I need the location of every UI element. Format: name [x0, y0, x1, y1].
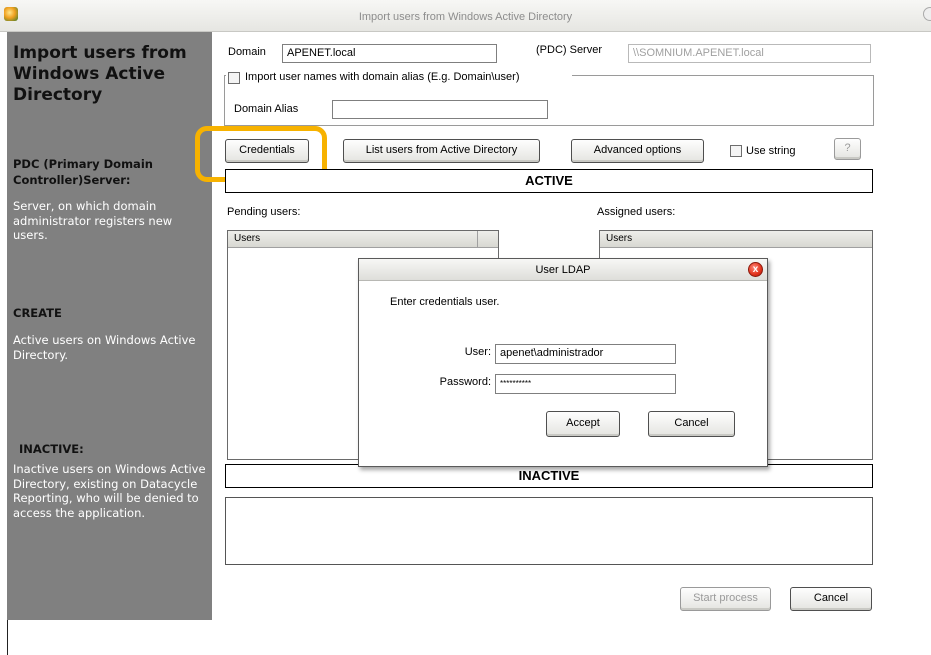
user-label: User:: [464, 346, 491, 358]
alias-checkbox-label: Import user names with domain alias (E.g…: [245, 71, 520, 83]
window-title: Import users from Windows Active Directo…: [358, 11, 573, 23]
assigned-users-column-header[interactable]: Users: [600, 231, 872, 248]
help-button[interactable]: ?: [834, 138, 861, 160]
window-titlebar: Import users from Windows Active Directo…: [0, 0, 931, 32]
domain-field[interactable]: APENET.local: [282, 44, 497, 63]
inactive-banner: INACTIVE: [225, 464, 873, 488]
server-field[interactable]: \\SOMNIUM.APENET.local: [628, 44, 871, 63]
password-field[interactable]: **********: [495, 374, 676, 394]
use-string-checkbox[interactable]: [730, 145, 742, 157]
accept-button[interactable]: Accept: [546, 411, 620, 437]
inactive-description: Inactive users on Windows Active Directo…: [13, 462, 206, 520]
start-process-button[interactable]: Start process: [680, 587, 771, 611]
dialog-title: User LDAP: [535, 264, 591, 276]
advanced-options-button[interactable]: Advanced options: [571, 139, 704, 163]
domain-alias-label: Domain Alias: [234, 103, 299, 115]
assigned-users-label: Assigned users:: [597, 206, 676, 218]
pdc-header: PDC (Primary Domain Controller)Server:: [13, 157, 153, 187]
dialog-cancel-button[interactable]: Cancel: [648, 411, 735, 437]
assigned-users-column-label: Users: [606, 233, 633, 244]
window-border: [7, 620, 8, 655]
pending-users-column-label: Users: [234, 233, 261, 244]
domain-alias-field[interactable]: [332, 100, 548, 119]
window-control-button[interactable]: [923, 7, 931, 21]
password-label: Password:: [439, 376, 491, 388]
inactive-header: INACTIVE:: [19, 442, 84, 456]
pdc-description: Server, on which domain administrator re…: [13, 199, 173, 242]
server-label: (PDC) Server: [536, 44, 603, 56]
active-banner: ACTIVE: [225, 169, 873, 193]
list-users-button[interactable]: List users from Active Directory: [343, 139, 540, 163]
user-ldap-dialog: User LDAP x Enter credentials user. User…: [358, 258, 768, 467]
help-panel: Import users from Windows Active Directo…: [7, 32, 212, 620]
alias-checkbox[interactable]: [228, 72, 240, 84]
dialog-prompt: Enter credentials user.: [390, 296, 500, 308]
user-field[interactable]: apenet\administrador: [495, 344, 676, 364]
create-header: CREATE: [13, 306, 62, 320]
use-string-label: Use string: [746, 145, 796, 157]
create-description: Active users on Windows Active Directory…: [13, 333, 196, 362]
close-icon[interactable]: x: [748, 262, 763, 277]
inactive-users-list[interactable]: [225, 497, 873, 565]
cancel-button[interactable]: Cancel: [790, 587, 872, 611]
help-title: Import users from Windows Active Directo…: [13, 43, 187, 105]
pending-users-label: Pending users:: [227, 206, 301, 218]
column-separator: [477, 231, 478, 248]
domain-label: Domain: [228, 46, 266, 58]
dialog-titlebar: User LDAP x: [359, 259, 767, 281]
pending-users-column-header[interactable]: Users: [228, 231, 498, 248]
